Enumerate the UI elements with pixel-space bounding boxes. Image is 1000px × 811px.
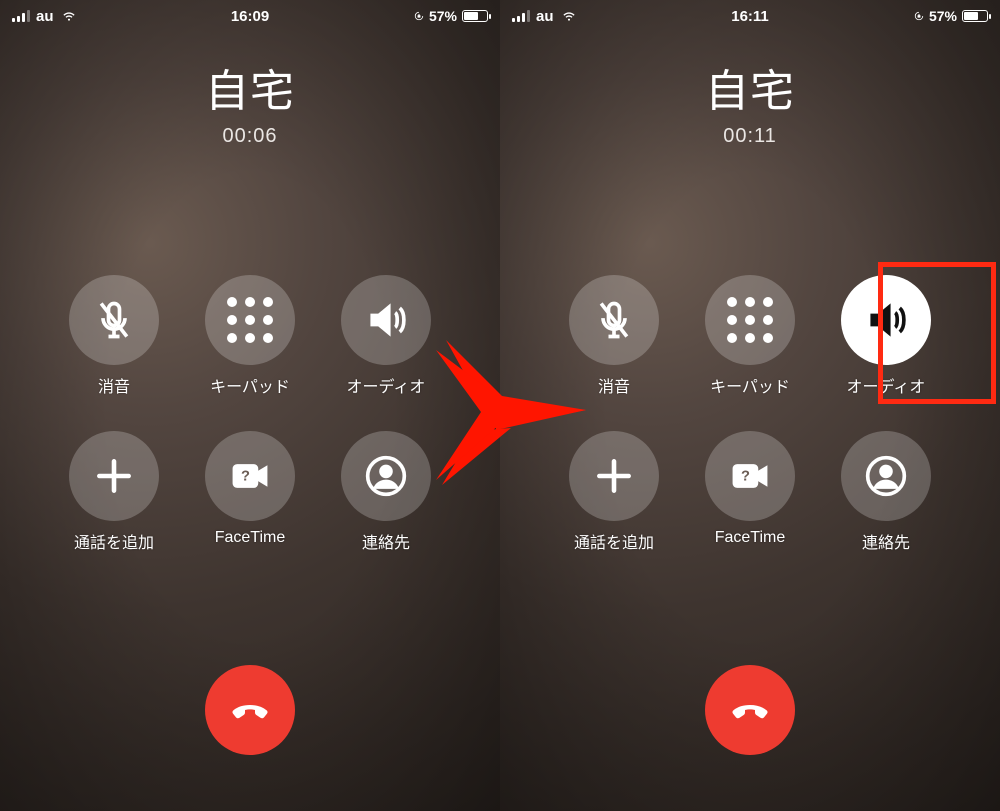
call-duration: 00:11	[500, 125, 1000, 148]
facetime-label: FaceTime	[715, 529, 786, 547]
end-call-button[interactable]	[705, 665, 795, 755]
battery-icon	[462, 10, 488, 22]
caller-name: 自宅	[0, 55, 500, 119]
call-header: 自宅 00:11	[500, 55, 1000, 148]
contacts-label: 連絡先	[362, 529, 410, 553]
audio-button[interactable]	[841, 275, 931, 365]
wifi-icon	[560, 9, 578, 23]
plus-icon	[92, 454, 136, 498]
facetime-button[interactable]: ?	[205, 431, 295, 521]
phone-screen-before: au 16:09 57% 自宅 00:06 消音 キーパッド	[0, 0, 500, 811]
speaker-icon	[864, 298, 908, 342]
add-call-label: 通話を追加	[74, 529, 154, 553]
call-actions-grid: 消音 キーパッド オーディオ 通話を追加 ? FaceTime	[555, 275, 945, 553]
facetime-icon: ?	[728, 454, 772, 498]
hangup-icon	[730, 690, 770, 730]
mute-label: 消音	[598, 373, 630, 397]
facetime-icon: ?	[228, 454, 272, 498]
keypad-icon	[727, 297, 773, 343]
mute-button[interactable]	[569, 275, 659, 365]
clock: 16:11	[731, 8, 769, 25]
orientation-lock-icon	[414, 10, 424, 22]
keypad-icon	[227, 297, 273, 343]
battery-icon	[962, 10, 988, 22]
facetime-button[interactable]: ?	[705, 431, 795, 521]
contacts-label: 連絡先	[862, 529, 910, 553]
mute-label: 消音	[98, 373, 130, 397]
keypad-label: キーパッド	[710, 373, 790, 397]
plus-icon	[592, 454, 636, 498]
hangup-icon	[230, 690, 270, 730]
add-call-label: 通話を追加	[574, 529, 654, 553]
keypad-label: キーパッド	[210, 373, 290, 397]
status-bar: au 16:09 57%	[0, 0, 500, 32]
phone-screen-after: au 16:11 57% 自宅 00:11 消音 キーパッド	[500, 0, 1000, 811]
signal-icon	[512, 10, 530, 22]
svg-text:?: ?	[241, 469, 250, 485]
call-actions-grid: 消音 キーパッド オーディオ 通話を追加 ? FaceTime	[55, 275, 445, 553]
contacts-button[interactable]	[341, 431, 431, 521]
facetime-label: FaceTime	[215, 529, 286, 547]
speaker-icon	[364, 298, 408, 342]
audio-label: オーディオ	[847, 373, 926, 397]
contacts-icon	[364, 454, 408, 498]
battery-percent: 57%	[929, 8, 957, 24]
clock: 16:09	[231, 8, 269, 25]
wifi-icon	[60, 9, 78, 23]
add-call-button[interactable]	[69, 431, 159, 521]
keypad-button[interactable]	[705, 275, 795, 365]
battery-percent: 57%	[429, 8, 457, 24]
mute-icon	[592, 298, 636, 342]
contacts-button[interactable]	[841, 431, 931, 521]
orientation-lock-icon	[914, 10, 924, 22]
carrier-label: au	[36, 8, 54, 25]
keypad-button[interactable]	[205, 275, 295, 365]
caller-name: 自宅	[500, 55, 1000, 119]
audio-label: オーディオ	[347, 373, 426, 397]
carrier-label: au	[536, 8, 554, 25]
status-bar: au 16:11 57%	[500, 0, 1000, 32]
end-call-button[interactable]	[205, 665, 295, 755]
mute-icon	[92, 298, 136, 342]
signal-icon	[12, 10, 30, 22]
audio-button[interactable]	[341, 275, 431, 365]
call-duration: 00:06	[0, 125, 500, 148]
add-call-button[interactable]	[569, 431, 659, 521]
call-header: 自宅 00:06	[0, 55, 500, 148]
contacts-icon	[864, 454, 908, 498]
svg-text:?: ?	[741, 469, 750, 485]
mute-button[interactable]	[69, 275, 159, 365]
